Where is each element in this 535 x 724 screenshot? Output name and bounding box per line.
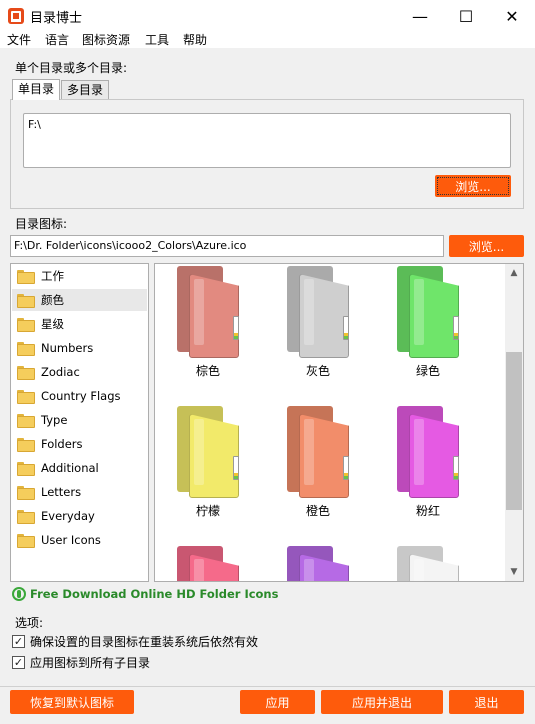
- color-folder-icon[interactable]: [177, 406, 239, 498]
- category-label: Everyday: [41, 509, 95, 523]
- color-folder-icon[interactable]: [397, 266, 459, 358]
- menu-icon-resources[interactable]: 图标资源: [82, 32, 130, 48]
- category-label: Zodiac: [41, 365, 80, 379]
- folder-icon: [17, 390, 35, 404]
- menu-file[interactable]: 文件: [7, 32, 31, 48]
- category-item[interactable]: 星级: [12, 313, 147, 335]
- tab-single-directory[interactable]: 单目录: [12, 79, 61, 100]
- color-folder-icon[interactable]: [287, 266, 349, 358]
- folder-icon: [17, 342, 35, 356]
- category-item[interactable]: User Icons: [12, 529, 147, 551]
- category-item[interactable]: 工作: [12, 265, 147, 287]
- scroll-thumb[interactable]: [506, 352, 522, 510]
- icon-grid: 棕色 灰色 绿色柠檬 橙色 粉红: [154, 263, 524, 582]
- category-item[interactable]: Additional: [12, 457, 147, 479]
- category-label: 工作: [41, 269, 64, 283]
- menu-language[interactable]: 语言: [45, 32, 69, 48]
- option-subfolders-label: 应用图标到所有子目录: [30, 656, 151, 670]
- category-item[interactable]: Everyday: [12, 505, 147, 527]
- scroll-down-arrow[interactable]: ▼: [505, 564, 523, 580]
- menu-help[interactable]: 帮助: [183, 32, 207, 48]
- folder-color-label: 柠檬: [195, 504, 220, 518]
- folder-icon: [17, 270, 35, 284]
- download-link-text: Free Download Online HD Folder Icons: [30, 587, 279, 601]
- category-item[interactable]: Zodiac: [12, 361, 147, 383]
- category-item[interactable]: Numbers: [12, 337, 147, 359]
- category-label: Country Flags: [41, 389, 121, 403]
- folder-color-label: 绿色: [415, 364, 440, 378]
- exit-button[interactable]: 退出: [449, 690, 524, 714]
- option-persist-label: 确保设置的目录图标在重装系统后依然有效: [30, 635, 259, 649]
- category-label: Type: [41, 413, 68, 427]
- footer-divider: [0, 686, 535, 687]
- category-label: User Icons: [41, 533, 101, 547]
- folder-icon: [17, 438, 35, 452]
- category-label: Additional: [41, 461, 99, 475]
- folder-color-label: 棕色: [195, 364, 220, 378]
- tab-multiple-directories[interactable]: 多目录: [61, 80, 110, 100]
- apply-button[interactable]: 应用: [240, 690, 315, 714]
- folder-icon: [17, 414, 35, 428]
- folder-icon: [17, 534, 35, 548]
- app-icon: [8, 8, 24, 24]
- category-item[interactable]: Folders: [12, 433, 147, 455]
- icon-label: 目录图标:: [15, 217, 68, 231]
- category-list: 工作颜色星级 Numbers Zodiac Country Flags Type Fold…: [10, 263, 149, 582]
- category-label: Folders: [41, 437, 83, 451]
- menu-tools[interactable]: 工具: [145, 32, 169, 48]
- category-item[interactable]: 颜色: [12, 289, 147, 311]
- directory-path-field[interactable]: F:\: [23, 113, 511, 168]
- options-label: 选项:: [15, 616, 44, 630]
- category-item[interactable]: Letters: [12, 481, 147, 503]
- menu-bar: 文件 语言 图标资源 工具 帮助: [0, 32, 535, 48]
- folder-icon: [17, 486, 35, 500]
- folder-color-label: 粉红: [415, 504, 440, 518]
- browse-directory-button[interactable]: 浏览...: [435, 175, 511, 197]
- option-subfolders-checkbox[interactable]: ✓: [12, 656, 25, 669]
- download-globe-icon: [12, 587, 26, 601]
- folder-icon: [17, 510, 35, 524]
- restore-default-button[interactable]: 恢复到默认图标: [10, 690, 134, 714]
- download-link[interactable]: Free Download Online HD Folder Icons: [12, 587, 278, 601]
- color-folder-icon[interactable]: [287, 406, 349, 498]
- folder-color-label: 橙色: [305, 504, 330, 518]
- category-item[interactable]: Country Flags: [12, 385, 147, 407]
- directory-label: 单个目录或多个目录:: [15, 61, 128, 75]
- option-subfolders-row[interactable]: ✓ 应用图标到所有子目录: [12, 654, 150, 671]
- folder-color-label: 灰色: [305, 364, 330, 378]
- category-item[interactable]: Type: [12, 409, 147, 431]
- close-button[interactable]: ✕: [489, 0, 535, 32]
- minimize-button[interactable]: —: [397, 0, 443, 32]
- option-persist-row[interactable]: ✓ 确保设置的目录图标在重装系统后依然有效: [12, 633, 258, 650]
- folder-icon: [17, 294, 35, 308]
- color-folder-icon[interactable]: [397, 406, 459, 498]
- category-label: 星级: [41, 317, 64, 331]
- scroll-up-arrow[interactable]: ▲: [505, 265, 523, 281]
- window-title: 目录博士: [30, 11, 83, 26]
- maximize-button[interactable]: ☐: [443, 0, 489, 32]
- option-persist-checkbox[interactable]: ✓: [12, 635, 25, 648]
- folder-icon: [17, 318, 35, 332]
- color-folder-icon[interactable]: [397, 546, 459, 581]
- category-label: 颜色: [41, 293, 64, 307]
- color-folder-icon[interactable]: [177, 546, 239, 581]
- apply-and-exit-button[interactable]: 应用并退出: [321, 690, 443, 714]
- folder-icon: [17, 366, 35, 380]
- category-label: Letters: [41, 485, 82, 499]
- icon-path-field[interactable]: F:\Dr. Folder\icons\icooo2_Colors\Azure.…: [10, 235, 444, 257]
- browse-icon-button[interactable]: 浏览...: [449, 235, 524, 257]
- category-label: Numbers: [41, 341, 94, 355]
- folder-icon: [17, 462, 35, 476]
- color-folder-icon[interactable]: [287, 546, 349, 581]
- color-folder-icon[interactable]: [177, 266, 239, 358]
